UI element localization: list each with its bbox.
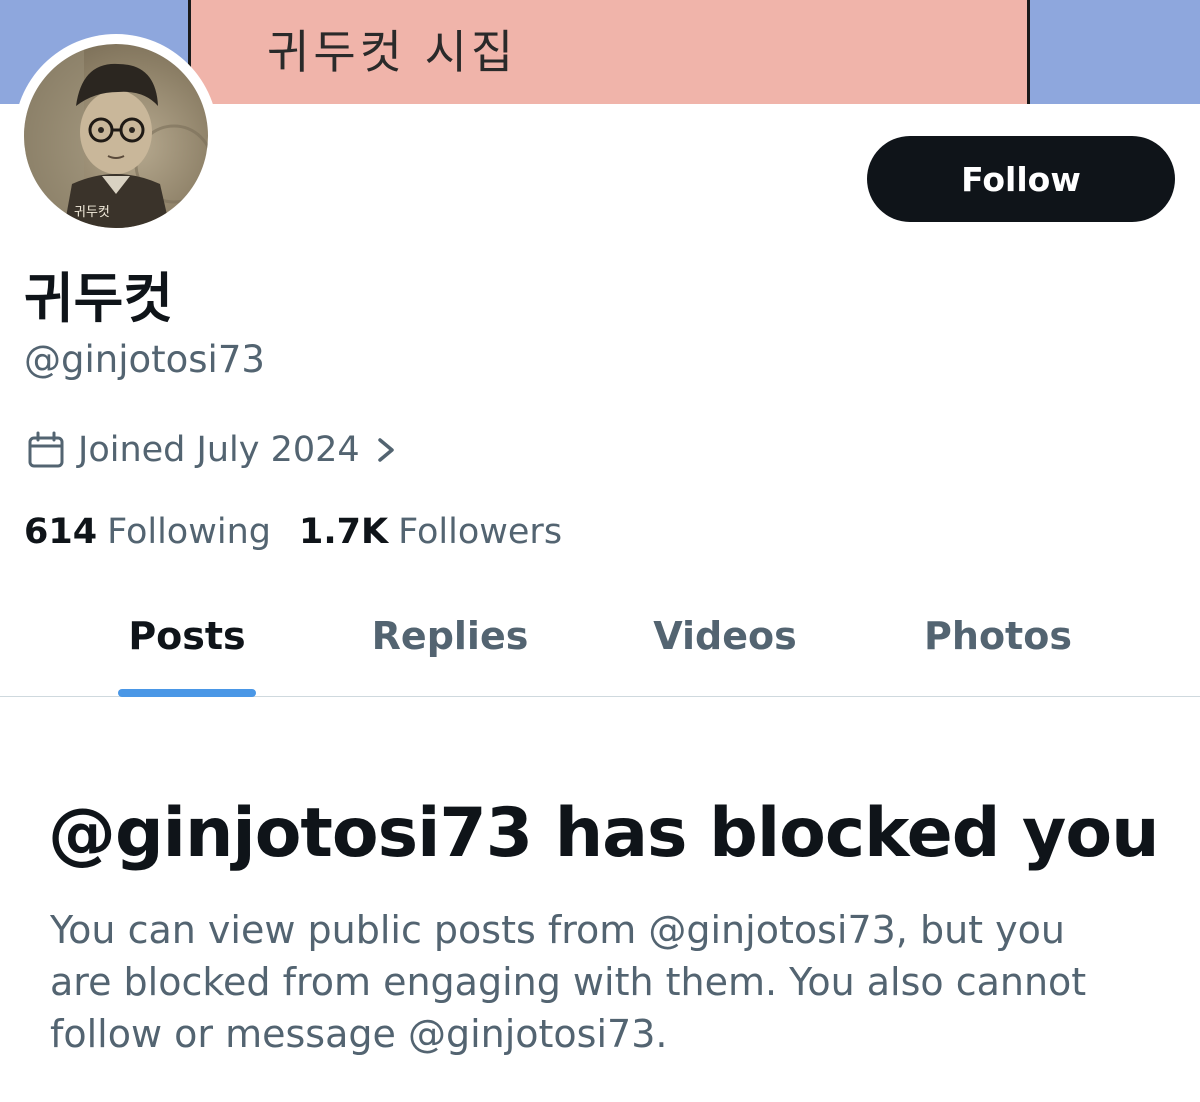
tab-photos[interactable]: Photos [924,614,1072,658]
follow-button[interactable]: Follow [867,136,1175,222]
following-count: 614 [24,512,98,552]
avatar[interactable]: 귀두컷 [24,44,208,228]
avatar-caption: 귀두컷 [74,205,110,220]
followers-count: 1.7K [298,512,389,552]
avatar-portrait-icon [24,44,208,228]
profile-tabs: Posts Replies Videos Photos [0,590,1200,697]
joined-label: Joined July 2024 [78,430,360,470]
tab-posts[interactable]: Posts [128,614,245,658]
followers-label: Followers [398,512,563,552]
tab-videos[interactable]: Videos [653,614,796,658]
follow-stats: 614 Following 1.7K Followers [24,512,590,552]
active-tab-indicator [118,689,256,697]
blocked-title: @ginjotosi73 has blocked you [48,794,1160,873]
display-name: 귀두컷 [24,267,174,330]
calendar-icon [28,431,64,468]
following-label: Following [107,512,271,552]
followers-stat[interactable]: 1.7K Followers [299,512,562,552]
chevron-right-icon [377,438,394,462]
following-stat[interactable]: 614 Following [24,512,271,552]
banner-artwork: 귀두컷 시집 [188,0,1030,104]
blocked-message: You can view public posts from @ginjotos… [50,908,1087,1056]
banner-text: 귀두컷 시집 [267,25,518,79]
user-handle: @ginjotosi73 [24,338,265,381]
joined-date[interactable]: Joined July 2024 [26,430,398,470]
tab-replies[interactable]: Replies [372,614,529,658]
